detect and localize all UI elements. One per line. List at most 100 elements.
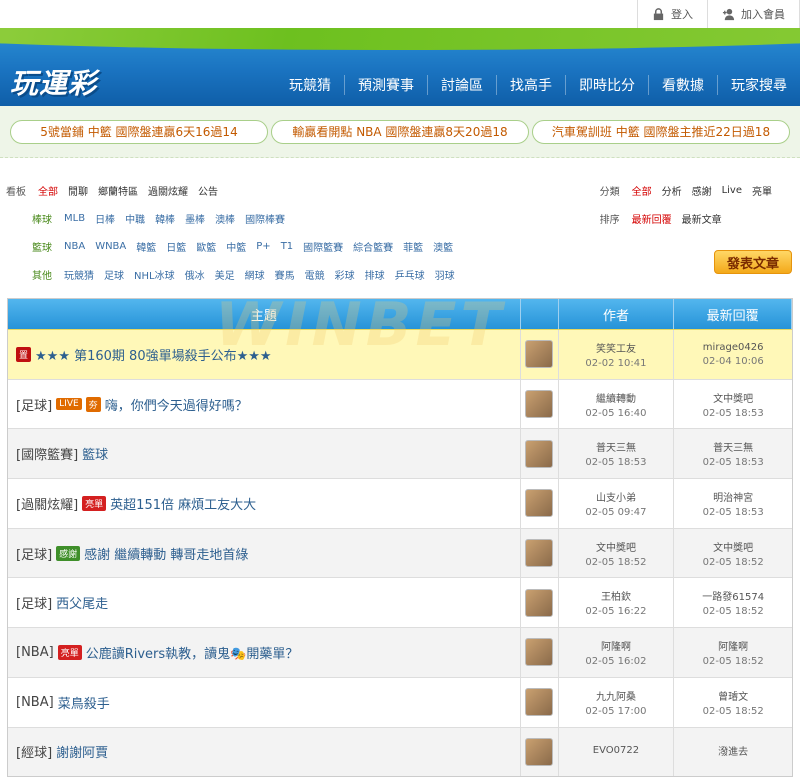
filter-option[interactable]: 分析 — [662, 183, 682, 198]
nav-item-experts[interactable]: 找高手 — [496, 75, 565, 95]
filter-option[interactable]: 最新回覆 — [632, 211, 672, 226]
filter-option[interactable]: 澳棒 — [215, 211, 235, 226]
author-name[interactable]: 九九阿桑 — [596, 688, 636, 703]
filter-option[interactable]: 國際籃賽 — [303, 239, 343, 254]
nav-item-guess[interactable]: 玩競猜 — [276, 75, 344, 95]
filter-option[interactable]: 墨棒 — [185, 211, 205, 226]
avatar[interactable] — [525, 390, 554, 419]
filter-option[interactable]: 中籃 — [226, 239, 246, 254]
register-link[interactable]: 加入會員 — [708, 0, 800, 28]
filter-option[interactable]: 菲籃 — [403, 239, 423, 254]
filter-option[interactable]: 澳籃 — [433, 239, 453, 254]
reply-name[interactable]: 曾璿文 — [718, 688, 748, 703]
reply-name[interactable]: 普天三無 — [713, 439, 753, 454]
topic-title[interactable]: 菜鳥殺手 — [58, 693, 110, 712]
nav-item-livescore[interactable]: 即時比分 — [565, 75, 648, 95]
topic-title[interactable]: 西父尾走 — [56, 593, 108, 612]
filter-option[interactable]: 韓棒 — [155, 211, 175, 226]
table-row[interactable]: [過關炫耀] 亮單 英超151倍 麻煩工友大大 山支小弟 02-05 09:47 … — [8, 478, 792, 528]
filter-option[interactable]: Live — [722, 185, 742, 196]
reply-name[interactable]: 阿隆啊 — [718, 638, 748, 653]
table-row[interactable]: [足球] LIVE 夯 嗨，你們今天過得好嗎？ 繼續轉動 02-05 16:40 … — [8, 378, 792, 429]
filter-option[interactable]: 歐籃 — [196, 239, 216, 254]
topic-title[interactable]: 謝謝阿賈 — [56, 742, 108, 761]
table-row[interactable]: [經球] 謝謝阿賈 EVO0722 潑進去 — [8, 726, 792, 777]
author-name[interactable]: 普天三無 — [596, 439, 636, 454]
filter-option[interactable]: 俄冰 — [185, 267, 205, 282]
promo-link[interactable]: 輸贏看開點 NBA 國際盤連贏8天20過18 — [271, 119, 529, 144]
filter-option[interactable]: 全部 — [38, 183, 58, 198]
nav-item-player-search[interactable]: 玩家搜尋 — [717, 75, 800, 95]
topic-title[interactable]: ★★★ 第160期 80強單場殺手公布★★★ — [35, 345, 272, 364]
filter-option[interactable]: 乒乓球 — [395, 267, 425, 282]
avatar[interactable] — [525, 439, 554, 468]
table-row[interactable]: [NBA] 菜鳥殺手 九九阿桑 02-05 17:00 曾璿文 02-05 18:5… — [8, 676, 792, 727]
author-name[interactable]: EVO0722 — [593, 745, 639, 756]
author-name[interactable]: 王柏欽 — [601, 588, 631, 603]
filter-option[interactable]: 日籃 — [166, 239, 186, 254]
filter-option[interactable]: 全部 — [632, 183, 652, 198]
filter-option[interactable]: 過關炫耀 — [148, 183, 188, 198]
filter-option[interactable]: 閒聊 — [68, 183, 88, 198]
reply-name[interactable]: 潑進去 — [718, 743, 748, 758]
avatar[interactable] — [525, 489, 554, 518]
topic-title[interactable]: 嗨，你們今天過得好嗎？ — [105, 395, 248, 414]
filter-option[interactable]: NHL冰球 — [134, 267, 175, 282]
table-row[interactable]: [足球] 感謝 感謝 繼續轉動 轉哥走地首綠 文中獎吧 02-05 18:52 文… — [8, 527, 792, 578]
filter-option[interactable]: 羽球 — [435, 267, 455, 282]
reply-name[interactable]: 明治神宮 — [713, 489, 753, 504]
filter-option[interactable]: 韓籃 — [136, 239, 156, 254]
table-row[interactable]: [國際籃賽] 籃球 普天三無 02-05 18:53 普天三無 02-05 18:5… — [8, 428, 792, 479]
filter-option[interactable]: 日棒 — [95, 211, 115, 226]
topic-title[interactable]: 英超151倍 麻煩工友大大 — [110, 494, 256, 513]
filter-option[interactable]: 感謝 — [692, 183, 712, 198]
avatar[interactable] — [525, 539, 554, 568]
filter-option[interactable]: 玩競猜 — [64, 267, 94, 282]
filter-option[interactable]: 中職 — [125, 211, 145, 226]
author-name[interactable]: 繼續轉動 — [596, 390, 636, 405]
avatar[interactable] — [525, 688, 554, 717]
avatar[interactable] — [525, 638, 554, 667]
author-name[interactable]: 山支小弟 — [596, 489, 636, 504]
nav-item-forum[interactable]: 討論區 — [427, 75, 496, 95]
author-name[interactable]: 阿隆啊 — [601, 638, 631, 653]
reply-name[interactable]: 文中獎吧 — [713, 390, 753, 405]
filter-option[interactable]: 公告 — [198, 183, 218, 198]
filter-option[interactable]: NBA — [64, 241, 85, 252]
reply-name[interactable]: mirage0426 — [703, 342, 764, 353]
avatar[interactable] — [525, 340, 554, 369]
filter-option[interactable]: 美足 — [215, 267, 235, 282]
topic-title[interactable]: 公鹿讀Rivers執教，讀鬼🎭開藥單？ — [86, 643, 299, 662]
author-name[interactable]: 笑笑工友 — [596, 340, 636, 355]
promo-link[interactable]: 汽車駕訓班 中籃 國際盤主推近22日過18 — [532, 119, 790, 144]
promo-link[interactable]: 5號當鋪 中籃 國際盤連贏6天16過14 — [10, 119, 268, 144]
filter-option[interactable]: MLB — [64, 213, 85, 224]
filter-option[interactable]: 足球 — [104, 267, 124, 282]
table-row[interactable]: 置 ★★★ 第160期 80強單場殺手公布★★★ 笑笑工友 02-02 10:41… — [8, 329, 792, 379]
avatar[interactable] — [525, 588, 554, 617]
filter-option[interactable]: 最新文章 — [682, 211, 722, 226]
filter-option[interactable]: 電競 — [305, 267, 325, 282]
filter-option[interactable]: 彩球 — [335, 267, 355, 282]
topic-title[interactable]: 感謝 繼續轉動 轉哥走地首綠 — [84, 544, 248, 563]
filter-option[interactable]: 亮單 — [752, 183, 772, 198]
filter-option[interactable]: 鄉蘭特區 — [98, 183, 138, 198]
reply-name[interactable]: 文中獎吧 — [713, 539, 753, 554]
table-row[interactable]: [足球] 西父尾走 王柏欽 02-05 16:22 一路發61574 02-05 1… — [8, 577, 792, 628]
filter-option[interactable]: T1 — [281, 241, 293, 252]
filter-option[interactable]: P+ — [256, 241, 270, 252]
login-link[interactable]: 登入 — [638, 0, 708, 28]
filter-option[interactable]: 排球 — [365, 267, 385, 282]
post-article-button[interactable]: 發表文章 — [714, 250, 792, 274]
avatar[interactable] — [525, 737, 554, 766]
topic-title[interactable]: 籃球 — [82, 444, 108, 463]
filter-option[interactable]: WNBA — [95, 241, 126, 252]
table-row[interactable]: [NBA] 亮單 公鹿讀Rivers執教，讀鬼🎭開藥單？ 阿隆啊 02-05 16… — [8, 627, 792, 677]
nav-item-predict[interactable]: 預測賽事 — [344, 75, 427, 95]
nav-item-stats[interactable]: 看數據 — [648, 75, 717, 95]
site-logo[interactable]: 玩運彩 — [10, 62, 97, 102]
reply-name[interactable]: 一路發61574 — [702, 588, 764, 603]
filter-option[interactable]: 國際棒賽 — [245, 211, 285, 226]
filter-option[interactable]: 網球 — [245, 267, 265, 282]
filter-option[interactable]: 綜合籃賽 — [353, 239, 393, 254]
